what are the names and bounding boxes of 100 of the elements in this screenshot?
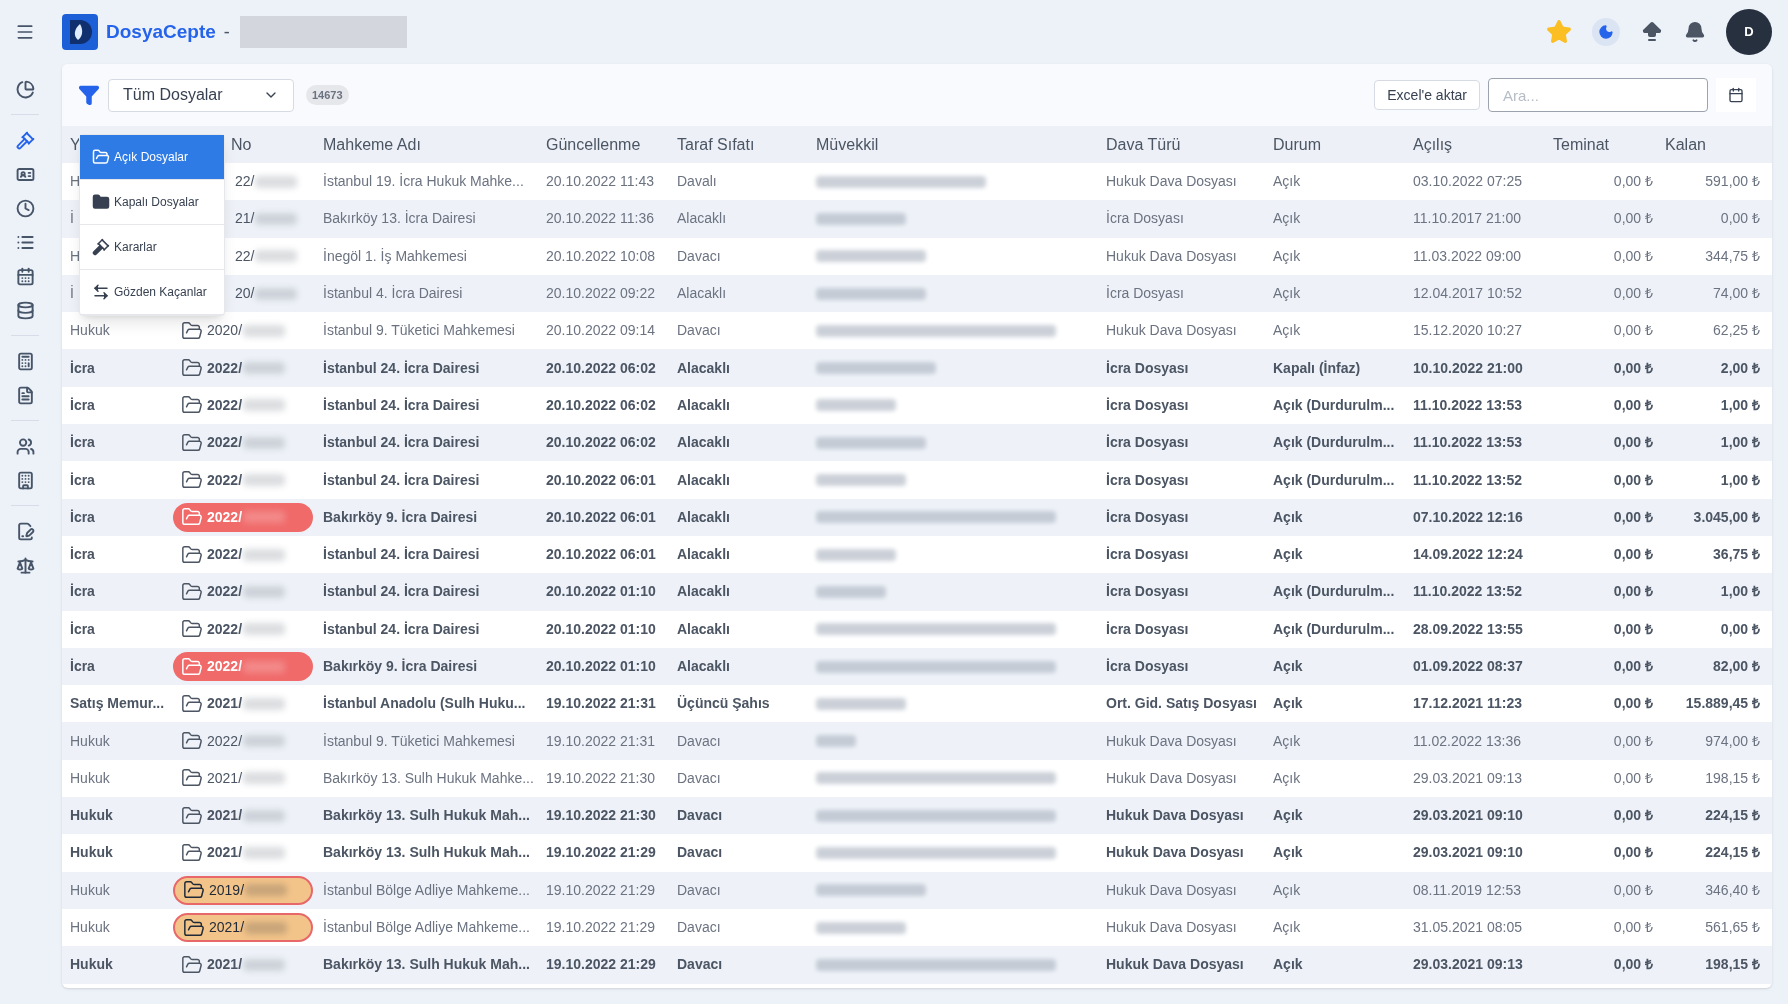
file-number-pill[interactable]: 2022/	[173, 353, 313, 383]
table-cell-text: 36,75 ₺	[1712, 545, 1761, 565]
table-cell-text: Davacı	[677, 768, 722, 788]
table-cell-text: Açık	[1273, 955, 1304, 975]
file-number-pill[interactable]: 2021/	[173, 801, 313, 831]
table-cell: İcra	[70, 658, 95, 674]
table-cell-text: 17.12.2021 11:23	[1413, 694, 1523, 714]
file-number-pill[interactable]: 20/	[223, 279, 313, 309]
table-cell-text: Hukuk Dava Dosyası	[1106, 843, 1245, 863]
menu-icon[interactable]	[15, 22, 35, 42]
file-number-pill[interactable]: 2022/	[173, 726, 313, 756]
table-cell-text: 0,00 ₺	[1612, 545, 1654, 565]
table-cell: İcra	[70, 508, 95, 525]
table-cell-text: Açık (Durdurulm...	[1273, 433, 1396, 453]
table-cell-text: 19.10.2022 21:29	[546, 880, 656, 900]
table-cell-text: 20.10.2022 06:01	[546, 507, 657, 527]
table-cell: İ	[70, 285, 74, 302]
menu-item[interactable]: Gözden Kaçanlar	[80, 270, 224, 315]
table-cell-text: Açık (Durdurulm...	[1273, 582, 1396, 602]
table-cell-text: Açık	[1273, 843, 1304, 863]
user-avatar[interactable]: D	[1726, 9, 1772, 55]
table-cell-text: İstanbul 4. İcra Dairesi	[323, 284, 464, 304]
column-header[interactable]: Güncellenme	[546, 135, 641, 153]
table-cell-text: 561,65 ₺	[1704, 918, 1761, 938]
table-cell-text: Alacaklı	[677, 284, 728, 304]
table-cell-text: 19.10.2022 21:30	[546, 768, 656, 788]
table-cell-text: Davacı	[677, 321, 722, 341]
table-cell-text: 0,00 ₺	[1612, 470, 1654, 490]
column-header[interactable]: No	[231, 135, 252, 153]
file-number-pill[interactable]: 2022/	[173, 465, 313, 495]
title-separator: -	[223, 20, 230, 44]
menu-item[interactable]: Açık Dosyalar	[80, 135, 224, 180]
file-number-pill[interactable]: 2021/	[173, 950, 313, 980]
file-number-pill[interactable]: 2022/	[173, 540, 313, 570]
file-number-pill[interactable]: 2019/	[173, 875, 313, 905]
table-cell-text: 1,00 ₺	[1719, 582, 1761, 602]
search-field[interactable]: Ara...	[1488, 78, 1708, 112]
table-cell-text: Alacaklı	[677, 545, 731, 565]
table-cell-text: 20.10.2022 06:01	[546, 470, 657, 490]
file-number-pill[interactable]: 2021/	[173, 689, 313, 719]
table-cell-text: Açık	[1273, 880, 1302, 900]
table-cell-text: İstanbul 24. İcra Dairesi	[323, 545, 481, 565]
filter-icon[interactable]	[78, 84, 100, 106]
moon-icon	[1598, 24, 1614, 40]
column-header[interactable]: Y	[70, 135, 81, 153]
table-cell-text: 19.10.2022 21:29	[546, 918, 656, 938]
file-number-pill[interactable]: 2022/	[173, 614, 313, 644]
file-number-pill[interactable]: 2021/	[173, 913, 313, 943]
star-icon[interactable]	[1546, 19, 1572, 45]
table-cell-text: 20.10.2022 09:22	[546, 284, 656, 304]
table-cell-text: Alacaklı	[677, 395, 731, 415]
table-cell-text: 0,00 ₺	[1612, 806, 1654, 826]
table-cell-text: İcra Dosyası	[1106, 358, 1190, 378]
file-number-pill[interactable]: 2021/	[173, 763, 313, 793]
table-cell-text: Davacı	[677, 806, 724, 826]
table-cell-text: Alacaklı	[677, 507, 731, 527]
table-cell-text: 19.10.2022 21:29	[546, 955, 657, 975]
table-cell-text: İcra Dosyası	[1106, 582, 1190, 602]
file-filter-select[interactable]: Tüm Dosyalar	[108, 78, 294, 112]
column-header[interactable]: Dava Türü	[1106, 135, 1181, 153]
column-header[interactable]: Teminat	[1553, 135, 1610, 153]
export-button[interactable]: Excel'e aktar	[1374, 80, 1480, 110]
table-cell-text: Hukuk Dava Dosyası	[1106, 918, 1238, 938]
menu-item[interactable]: Kapalı Dosyalar	[80, 180, 224, 225]
table-cell-text: 11.10.2022 13:52	[1413, 470, 1523, 490]
file-number-pill[interactable]: 2022/	[173, 390, 313, 420]
column-header[interactable]: Açılış	[1413, 135, 1453, 153]
file-number-pill[interactable]: 22/	[223, 167, 313, 197]
table-cell-text: Açık	[1273, 321, 1302, 341]
table-cell-text: Ort. Gid. Satış Dosyası	[1106, 694, 1258, 714]
menu-item[interactable]: Kararlar	[80, 225, 224, 270]
table-cell-text: 1,00 ₺	[1719, 433, 1761, 453]
column-header[interactable]: Müvekkil	[816, 135, 879, 153]
file-number-pill[interactable]: 2020/	[173, 316, 313, 346]
file-number-pill[interactable]: 21/	[223, 204, 313, 234]
column-header[interactable]: Kalan	[1665, 135, 1706, 153]
upload-icon[interactable]	[1640, 20, 1664, 44]
calendar-button[interactable]	[1716, 78, 1756, 112]
table-cell-text: İcra Dosyası	[1106, 209, 1185, 229]
file-number-pill[interactable]: 2022/	[173, 428, 313, 458]
table-cell-text: 974,00 ₺	[1704, 731, 1761, 751]
table-cell-text: 19.10.2022 21:31	[546, 694, 657, 714]
table-cell-text: 20.10.2022 11:43	[546, 172, 655, 192]
dark-mode-button[interactable]	[1592, 18, 1620, 46]
column-header[interactable]: Mahkeme Adı	[323, 135, 421, 153]
file-number-pill[interactable]: 2022/	[173, 577, 313, 607]
column-header[interactable]: Taraf Sıfatı	[677, 135, 755, 153]
file-number-pill[interactable]: 22/	[223, 241, 313, 271]
file-number-pill[interactable]: 2021/	[173, 838, 313, 868]
table-cell-text: Açık	[1273, 694, 1304, 714]
table-cell-text: Hukuk Dava Dosyası	[1106, 955, 1245, 975]
bell-icon[interactable]	[1684, 21, 1706, 43]
table-cell-text: 0,00 ₺	[1612, 321, 1654, 341]
column-header[interactable]: Durum	[1273, 135, 1321, 153]
table-cell-text: Alacaklı	[677, 358, 731, 378]
table-cell-text: Bakırköy 13. Sulh Hukuk Mah...	[323, 843, 531, 863]
table-cell: Hukuk	[70, 322, 110, 339]
table-cell-text: 0,00 ₺	[1612, 209, 1654, 229]
table-cell-text: İstanbul 9. Tüketici Mahkemesi	[323, 321, 516, 341]
table-cell-text: 20.10.2022 01:10	[546, 619, 657, 639]
